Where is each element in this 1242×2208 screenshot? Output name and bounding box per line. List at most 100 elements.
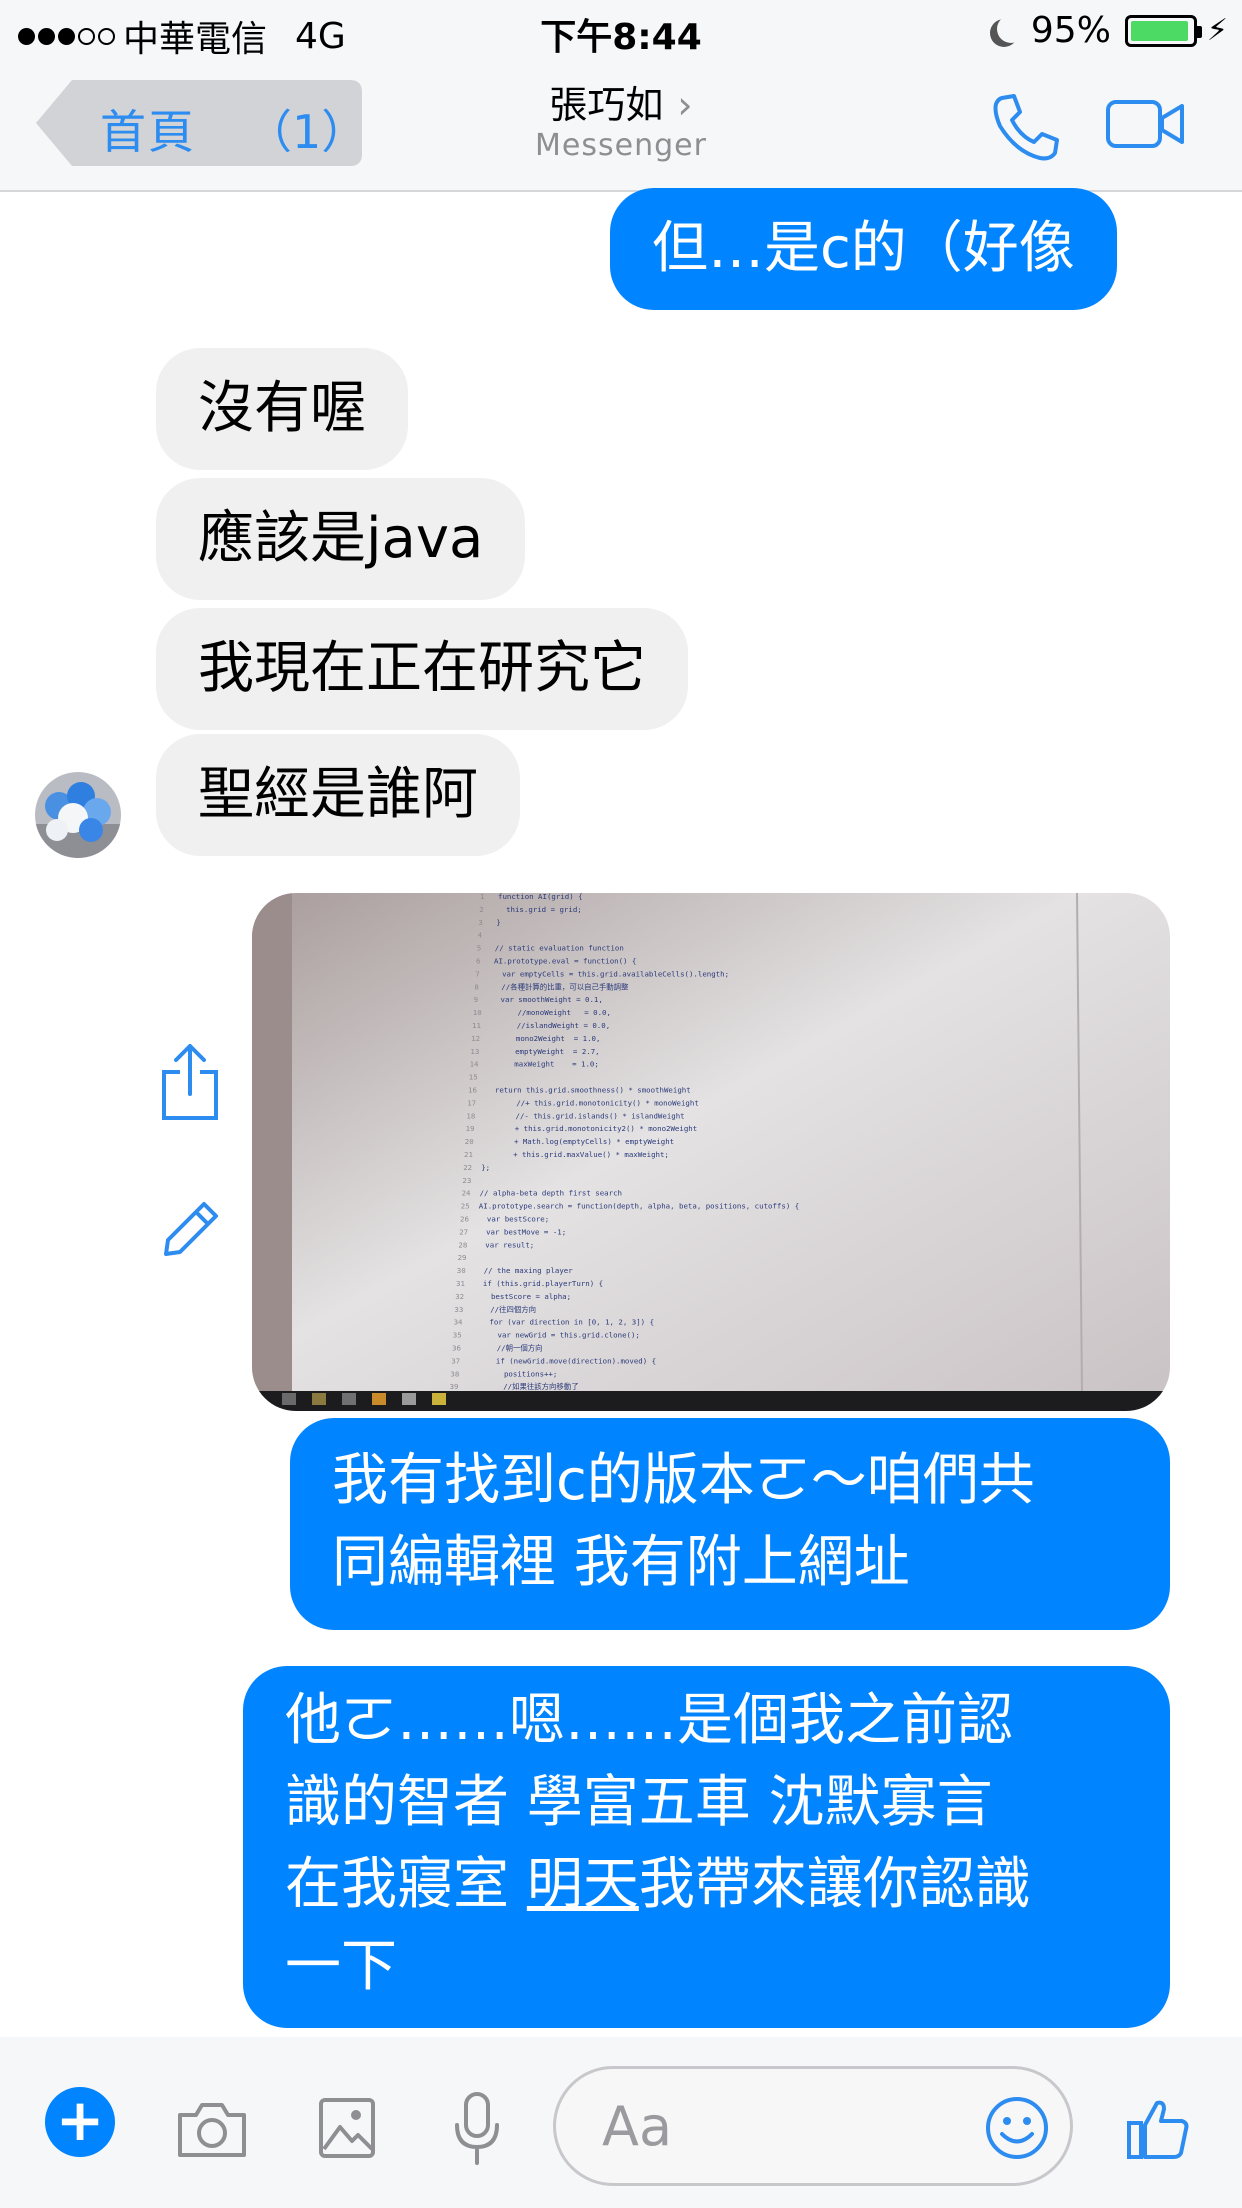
code-line-number: 22 bbox=[463, 1163, 472, 1172]
code-line-number: 4 bbox=[478, 931, 483, 940]
code-line: AI.prototype.eval = function() { bbox=[494, 957, 636, 966]
message-bubble-incoming[interactable]: 沒有喔 bbox=[156, 348, 408, 470]
call-button[interactable] bbox=[990, 92, 1060, 166]
code-line-number: 20 bbox=[465, 1137, 474, 1146]
more-actions-button[interactable]: + bbox=[45, 2087, 115, 2157]
code-line-number: 1 bbox=[480, 893, 484, 901]
message-text: 我現在正在研究它 bbox=[198, 636, 646, 701]
code-line: //- this.grid.islands() * islandWeight bbox=[484, 1111, 684, 1120]
code-line-number: 14 bbox=[470, 1060, 479, 1069]
code-line: } bbox=[496, 918, 500, 927]
message-line: 他ㄛ……嗯……是個我之前認 bbox=[285, 1688, 1013, 1753]
code-line: var smoothWeight = 0.1, bbox=[492, 995, 603, 1004]
code-line-number: 2 bbox=[479, 905, 483, 914]
like-button[interactable] bbox=[1126, 2097, 1190, 2165]
code-line-number: 25 bbox=[461, 1202, 470, 1211]
code-line: // alpha-beta depth first search bbox=[480, 1189, 622, 1198]
message-input-placeholder: Aa bbox=[602, 2095, 673, 2158]
gallery-button[interactable] bbox=[318, 2097, 376, 2163]
code-line-number: 21 bbox=[464, 1150, 473, 1159]
code-line-number: 36 bbox=[452, 1344, 461, 1353]
message-text: 但…是c的（好像 bbox=[652, 216, 1075, 281]
code-line-number: 9 bbox=[474, 995, 478, 1004]
message-text: 在我寢室 bbox=[285, 1852, 527, 1917]
message-line: 在我寢室 明天我帶來讓你認識 bbox=[285, 1844, 1128, 1926]
code-line-number: 6 bbox=[476, 957, 480, 966]
avatar-balloons-image bbox=[35, 772, 121, 858]
share-button[interactable] bbox=[158, 1042, 222, 1126]
code-line: + Math.log(emptyCells) * emptyWeight bbox=[483, 1137, 674, 1146]
chevron-right-icon: › bbox=[677, 83, 693, 127]
code-line-number: 28 bbox=[458, 1240, 467, 1249]
date-link[interactable]: 明天 bbox=[527, 1852, 639, 1917]
code-line: return this.grid.smoothness() * smoothWe… bbox=[486, 1086, 691, 1095]
code-line: function AI(grid) { bbox=[498, 893, 583, 901]
message-input[interactable]: Aa bbox=[553, 2066, 1073, 2186]
code-line: var newGrid = this.grid.clone(); bbox=[471, 1331, 640, 1340]
code-line: //monoWeight = 0.0, bbox=[491, 1008, 611, 1017]
code-line: + this.grid.monotonicity2() * mono2Weigh… bbox=[484, 1124, 698, 1133]
code-line-number: 23 bbox=[462, 1176, 471, 1185]
code-line: // static evaluation function bbox=[495, 944, 624, 953]
do-not-disturb-icon bbox=[997, 15, 1025, 43]
code-line-number: 35 bbox=[453, 1331, 462, 1340]
emoji-button[interactable] bbox=[984, 2095, 1050, 2165]
message-text: 沒有喔 bbox=[198, 376, 366, 441]
message-text: 應該是java bbox=[198, 506, 484, 571]
message-bubble-outgoing[interactable]: 我有找到c的版本ㄛ～咱們共 同編輯裡 我有附上網址 bbox=[290, 1418, 1170, 1630]
code-line: if (newGrid.move(direction).moved) { bbox=[469, 1356, 656, 1365]
message-bubble-incoming[interactable]: 聖經是誰阿 bbox=[156, 734, 520, 856]
code-line: //各種計算的比重，可以自己手動調整 bbox=[492, 982, 629, 991]
code-line: AI.prototype.search = function(depth, al… bbox=[479, 1202, 799, 1211]
contact-name-text: 張巧如 bbox=[549, 83, 664, 127]
code-line: emptyWeight = 2.7, bbox=[488, 1047, 599, 1056]
code-line: //islandWeight = 0.0, bbox=[490, 1021, 610, 1030]
photo-message[interactable]: 1 function AI(grid) { 2 this.grid = grid; 3… bbox=[252, 893, 1170, 1411]
code-line: //+ this.grid.monotonicity() * monoWeigh… bbox=[485, 1098, 699, 1107]
message-bubble-incoming[interactable]: 我現在正在研究它 bbox=[156, 608, 688, 730]
camera-button[interactable] bbox=[176, 2101, 248, 2163]
code-line: bestScore = alpha; bbox=[473, 1292, 571, 1301]
code-line: this.grid = grid; bbox=[497, 905, 582, 914]
code-line-number: 38 bbox=[450, 1369, 459, 1378]
message-bubble-outgoing[interactable]: 他ㄛ……嗯……是個我之前認 識的智者 學富五車 沈默寡言 在我寢室 明天我帶來讓… bbox=[243, 1666, 1170, 2028]
code-line-number: 37 bbox=[451, 1356, 460, 1365]
voice-message-button[interactable] bbox=[452, 2091, 502, 2169]
battery-fill bbox=[1130, 20, 1188, 41]
message-bubble-incoming[interactable]: 應該是java bbox=[156, 478, 526, 600]
code-line-number: 19 bbox=[466, 1124, 475, 1133]
video-camera-icon bbox=[1106, 100, 1184, 148]
code-line: var result; bbox=[476, 1240, 534, 1249]
video-call-button[interactable] bbox=[1105, 96, 1185, 156]
status-bar: 中華電信 4G 下午8:44 95% ⚡ bbox=[0, 0, 1242, 62]
code-line: maxWeight = 1.0; bbox=[488, 1060, 599, 1069]
message-line: 我有找到c的版本ㄛ～咱們共 bbox=[332, 1448, 1035, 1513]
code-line: var bestScore; bbox=[478, 1215, 549, 1224]
battery-percent: 95% bbox=[1030, 10, 1111, 51]
code-line-number: 32 bbox=[455, 1292, 464, 1301]
message-line: 一下 bbox=[285, 1934, 397, 1999]
code-line-number: 8 bbox=[474, 982, 478, 991]
thumbs-up-icon bbox=[1127, 2100, 1189, 2159]
emoji-icon bbox=[986, 2097, 1048, 2159]
image-icon bbox=[319, 2098, 375, 2158]
code-line-number: 30 bbox=[457, 1266, 466, 1275]
code-line: for (var direction in [0, 1, 2, 3]) { bbox=[472, 1318, 654, 1327]
message-bubble-outgoing[interactable]: 但…是c的（好像 bbox=[610, 188, 1117, 310]
code-line-number: 13 bbox=[470, 1047, 479, 1056]
code-line-number: 16 bbox=[468, 1086, 477, 1095]
code-line: //朝一個方向 bbox=[470, 1344, 543, 1353]
code-line-number: 29 bbox=[458, 1253, 467, 1262]
code-line-number: 10 bbox=[473, 1008, 482, 1017]
phone-icon bbox=[993, 94, 1059, 161]
code-line-number: 15 bbox=[469, 1073, 478, 1082]
code-line-number: 33 bbox=[454, 1305, 463, 1314]
code-line: positions++; bbox=[468, 1369, 557, 1378]
code-line-number: 34 bbox=[454, 1318, 463, 1327]
edit-button[interactable] bbox=[158, 1196, 224, 1266]
code-line: var emptyCells = this.grid.availableCell… bbox=[493, 969, 729, 978]
charging-icon: ⚡ bbox=[1206, 13, 1228, 48]
code-line-number: 7 bbox=[475, 969, 479, 978]
microphone-icon bbox=[455, 2092, 499, 2165]
contact-avatar[interactable] bbox=[35, 772, 121, 858]
